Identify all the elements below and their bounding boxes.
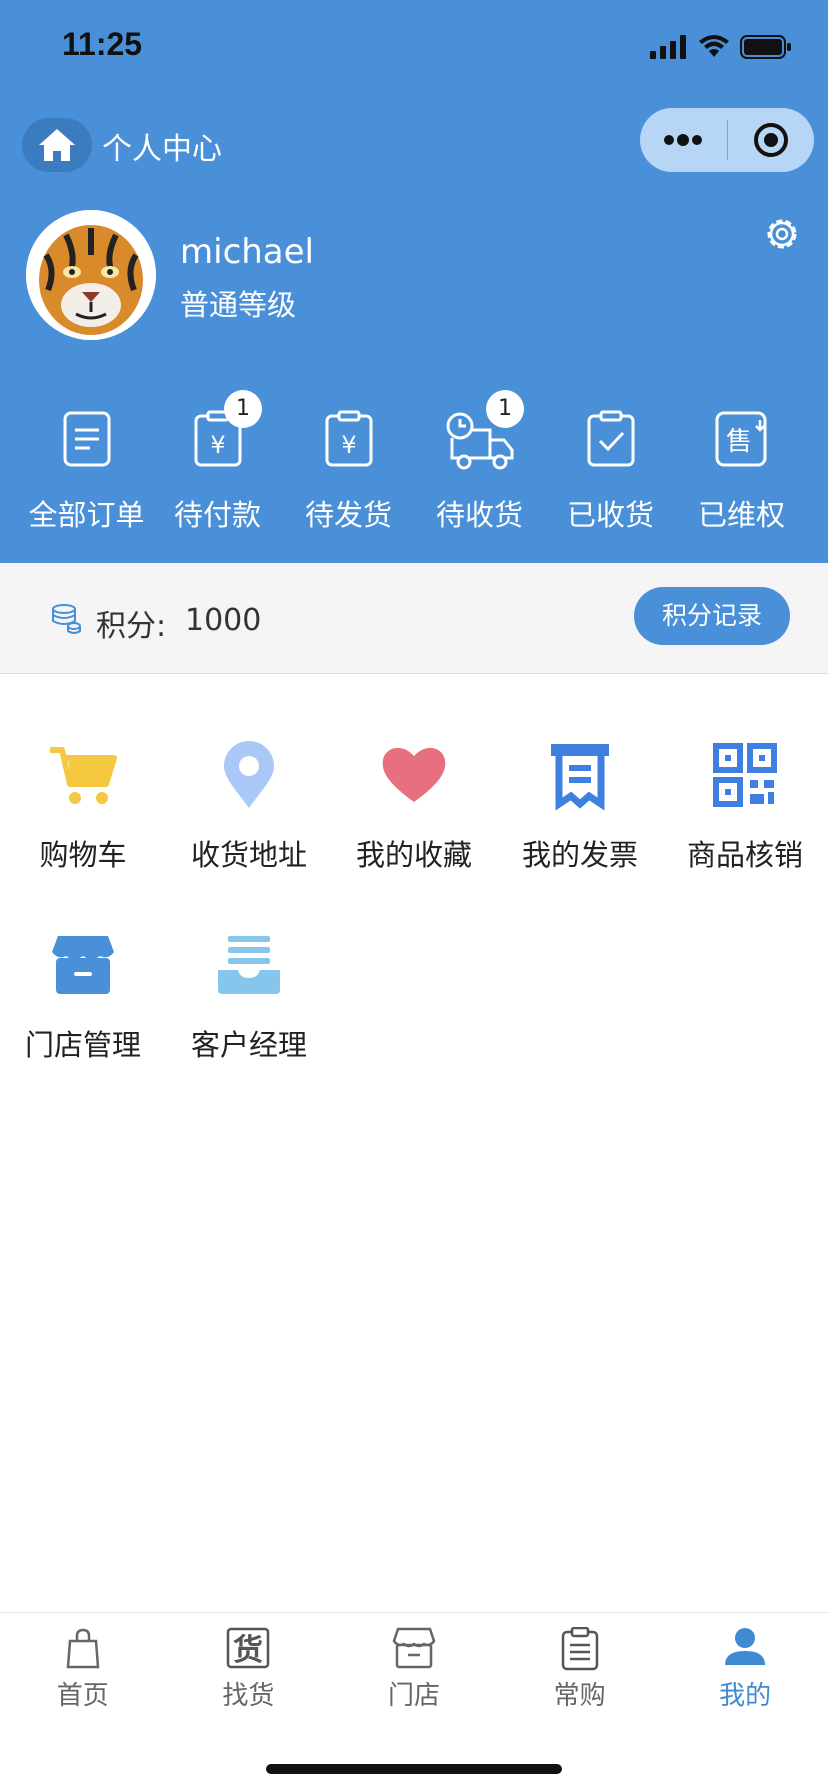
tab-label: 首页: [56, 1681, 109, 1711]
more-dots-icon: [664, 134, 703, 146]
signal-icon: [650, 35, 686, 59]
target-icon: [753, 123, 788, 157]
heart-icon: [382, 747, 446, 802]
close-miniprogram-button[interactable]: [728, 108, 815, 172]
service-invoice[interactable]: 我的发票: [497, 740, 663, 874]
tab-frequent[interactable]: 常购: [497, 1613, 663, 1733]
service-label: 门店管理: [24, 1028, 141, 1062]
order-all[interactable]: 全部订单: [21, 400, 152, 540]
settings-button[interactable]: [762, 214, 802, 254]
tab-label: 找货: [222, 1681, 275, 1711]
mini-program-capsule: [640, 108, 814, 172]
points-value: 1000: [185, 603, 262, 638]
service-label: 我的收藏: [355, 838, 472, 872]
points-record-button[interactable]: 积分记录: [634, 587, 790, 645]
service-cart[interactable]: 购物车: [0, 740, 166, 874]
order-label: 全部订单: [28, 498, 145, 532]
order-list-icon: [63, 411, 110, 467]
invoice-icon: [551, 744, 609, 811]
user-icon: [725, 1628, 766, 1665]
home-indicator: [266, 1764, 562, 1774]
service-verify[interactable]: 商品核销: [662, 740, 828, 874]
tab-store[interactable]: 门店: [331, 1613, 497, 1733]
tab-label: 常购: [553, 1681, 606, 1711]
points-bar: 积分: 1000 积分记录: [0, 563, 828, 674]
order-badge: 1: [486, 390, 524, 428]
order-label: 待收货: [435, 498, 523, 532]
order-pending-receipt[interactable]: 1 待收货: [414, 390, 545, 540]
home-button[interactable]: [22, 118, 92, 172]
wifi-icon: [699, 35, 729, 57]
received-check-icon: [587, 410, 634, 467]
svg-text:售: 售: [725, 427, 751, 457]
service-label: 我的发票: [521, 838, 638, 872]
shop-icon: [392, 1627, 436, 1669]
store-icon: [52, 936, 114, 994]
coins-stack-icon: [52, 604, 81, 634]
clipboard-icon: [561, 1627, 598, 1671]
bottom-tab-bar: 首页 货 找货 门店 常购 我的: [0, 1612, 828, 1733]
tab-label: 我的: [719, 1681, 772, 1711]
shopping-bag-icon: [66, 1628, 100, 1669]
tab-find-goods[interactable]: 货 找货: [166, 1613, 332, 1733]
tab-home[interactable]: 首页: [0, 1613, 166, 1733]
svg-text:货: 货: [233, 1633, 263, 1668]
order-label: 待付款: [173, 498, 261, 532]
order-pending-payment[interactable]: ¥ 1 待付款: [152, 390, 283, 540]
page-title: 个人中心: [102, 132, 222, 167]
order-badge: 1: [224, 390, 262, 428]
order-label: 待发货: [304, 498, 392, 532]
svg-text:¥: ¥: [210, 431, 225, 459]
after-sales-icon: 售: [715, 411, 766, 467]
order-received[interactable]: 已收货: [545, 400, 676, 540]
service-label: 商品核销: [686, 838, 803, 872]
user-level: 普通等级: [180, 288, 297, 322]
status-icons: [650, 34, 792, 60]
points-label: 积分:: [96, 609, 167, 644]
service-address[interactable]: 收货地址: [166, 740, 332, 874]
shipping-pending-icon: ¥: [325, 410, 372, 467]
inbox-tray-icon: [218, 936, 280, 994]
avatar[interactable]: [26, 210, 156, 340]
tab-mine[interactable]: 我的: [662, 1613, 828, 1733]
goods-icon: 货: [227, 1627, 270, 1669]
qr-code-icon: [713, 743, 777, 807]
service-label: 购物车: [39, 838, 127, 872]
order-status-row: 全部订单 ¥ 1 待付款 ¥ 待发货 1 待收货 已收货 售 已维权: [0, 390, 828, 540]
service-favorites[interactable]: 我的收藏: [331, 740, 497, 874]
location-pin-icon: [224, 741, 274, 808]
service-label: 客户经理: [190, 1028, 307, 1062]
tiger-avatar-icon: [26, 210, 156, 340]
cart-icon: [50, 747, 117, 804]
order-label: 已收货: [566, 498, 654, 532]
order-after-sales[interactable]: 售 已维权: [676, 400, 807, 540]
more-button[interactable]: [640, 108, 727, 172]
battery-icon: [740, 35, 791, 59]
service-store-manage[interactable]: 门店管理: [0, 930, 166, 1064]
status-time: 11:25: [62, 26, 143, 62]
home-icon: [39, 129, 75, 161]
order-label: 已维权: [697, 498, 785, 532]
tab-label: 门店: [387, 1681, 440, 1711]
gear-icon: [767, 219, 797, 249]
service-account-manager[interactable]: 客户经理: [166, 930, 332, 1064]
service-label: 收货地址: [190, 838, 307, 872]
svg-text:¥: ¥: [341, 431, 356, 459]
order-pending-shipment[interactable]: ¥ 待发货: [283, 400, 414, 540]
username: michael: [180, 232, 315, 272]
